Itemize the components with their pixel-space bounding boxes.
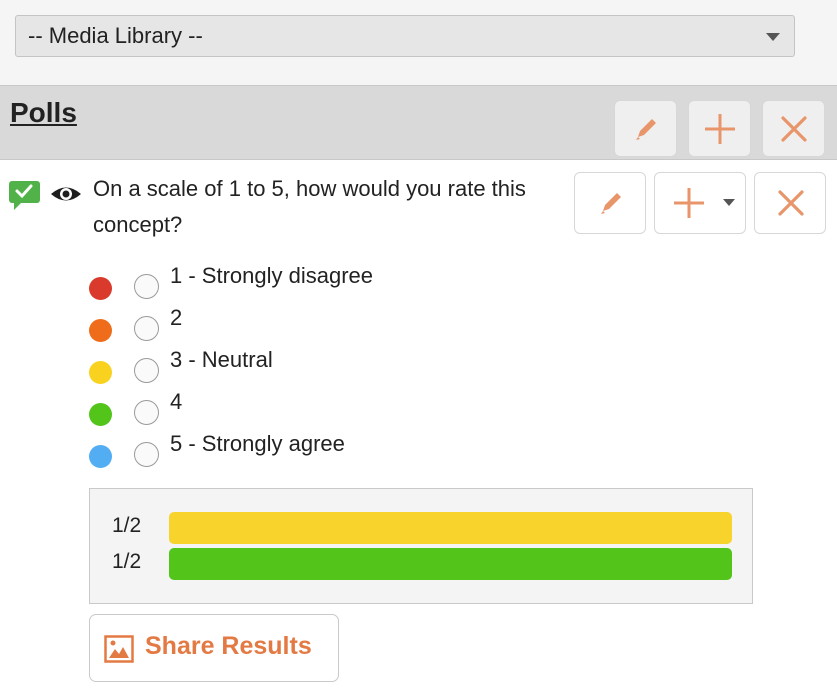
share-results-button[interactable]: Share Results: [89, 614, 339, 682]
option-label: 2: [170, 305, 183, 330]
close-icon: [778, 190, 804, 216]
option-label: 1 - Strongly disagree: [170, 263, 373, 288]
option-radio[interactable]: [134, 274, 159, 299]
add-poll-button[interactable]: [688, 100, 751, 157]
option-color-dot: [89, 277, 112, 300]
pencil-icon: [601, 193, 621, 214]
result-bar: [169, 548, 732, 580]
pencil-icon: [635, 118, 656, 140]
polls-header: Polls: [0, 85, 837, 160]
option-color-dot: [89, 319, 112, 342]
polls-title: Polls: [10, 97, 77, 128]
option-radio[interactable]: [134, 316, 159, 341]
edit-polls-button[interactable]: [614, 100, 677, 157]
option-label: 5 - Strongly agree: [170, 431, 345, 456]
close-icon: [780, 115, 807, 142]
option-radio[interactable]: [134, 358, 159, 383]
share-results-label: Share Results: [145, 632, 312, 660]
chevron-down-icon: [723, 199, 735, 206]
media-library-select[interactable]: -- Media Library --: [15, 15, 795, 57]
option-color-dot: [89, 403, 112, 426]
result-label: 1/2: [112, 514, 142, 537]
question-status-icons: [8, 180, 88, 219]
chevron-down-icon: [766, 33, 780, 41]
option-radio[interactable]: [134, 442, 159, 467]
media-library-selected: -- Media Library --: [28, 23, 203, 48]
image-icon: [104, 635, 134, 663]
delete-polls-button[interactable]: [762, 100, 825, 157]
option-color-dot: [89, 361, 112, 384]
result-bar: [169, 512, 732, 544]
add-question-dropdown-button[interactable]: [654, 172, 746, 234]
result-row-2: 1/2: [90, 548, 752, 580]
question-text: On a scale of 1 to 5, how would you rate…: [93, 176, 526, 237]
delete-question-button[interactable]: [754, 172, 826, 234]
option-radio[interactable]: [134, 400, 159, 425]
chat-check-icon: [9, 181, 40, 210]
result-label: 1/2: [112, 550, 142, 573]
poll-results-panel: 1/2 1/2: [89, 488, 753, 604]
plus-icon: [674, 188, 704, 218]
eye-icon: [51, 187, 81, 201]
option-color-dot: [89, 445, 112, 468]
plus-icon: [704, 113, 735, 144]
option-label: 3 - Neutral: [170, 347, 273, 372]
edit-question-button[interactable]: [574, 172, 646, 234]
result-row-1: 1/2: [90, 512, 752, 544]
option-label: 4: [170, 389, 183, 414]
media-library-area: -- Media Library --: [0, 0, 837, 85]
